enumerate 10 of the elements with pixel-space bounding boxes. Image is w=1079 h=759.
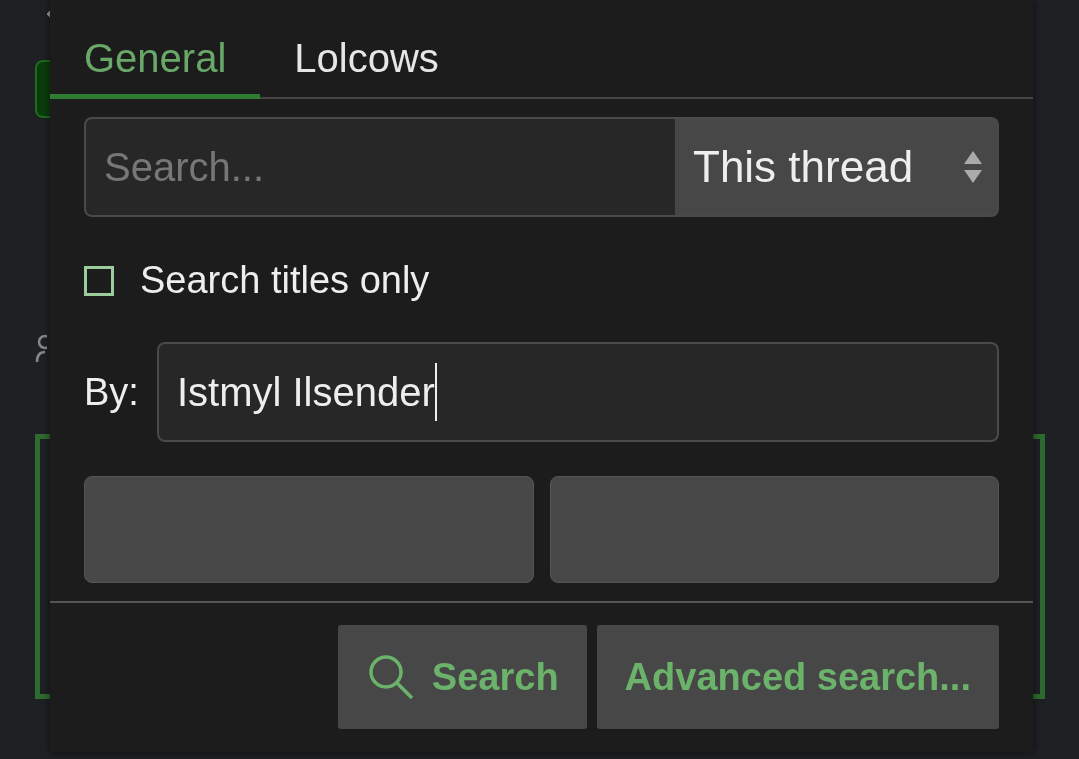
search-button[interactable]: Search xyxy=(337,625,587,729)
blank-control[interactable] xyxy=(84,476,534,583)
checkbox[interactable] xyxy=(84,265,114,296)
checkbox-label[interactable]: Search titles only xyxy=(140,259,430,302)
field-label: By: xyxy=(84,370,139,414)
blank-control[interactable] xyxy=(549,476,999,583)
member-field[interactable]: Istmyl Ilsender xyxy=(156,342,999,442)
tab[interactable]: Lolcows xyxy=(260,0,473,99)
advanced-search-button[interactable]: Advanced search... xyxy=(596,625,999,729)
tab[interactable]: General xyxy=(50,0,261,99)
